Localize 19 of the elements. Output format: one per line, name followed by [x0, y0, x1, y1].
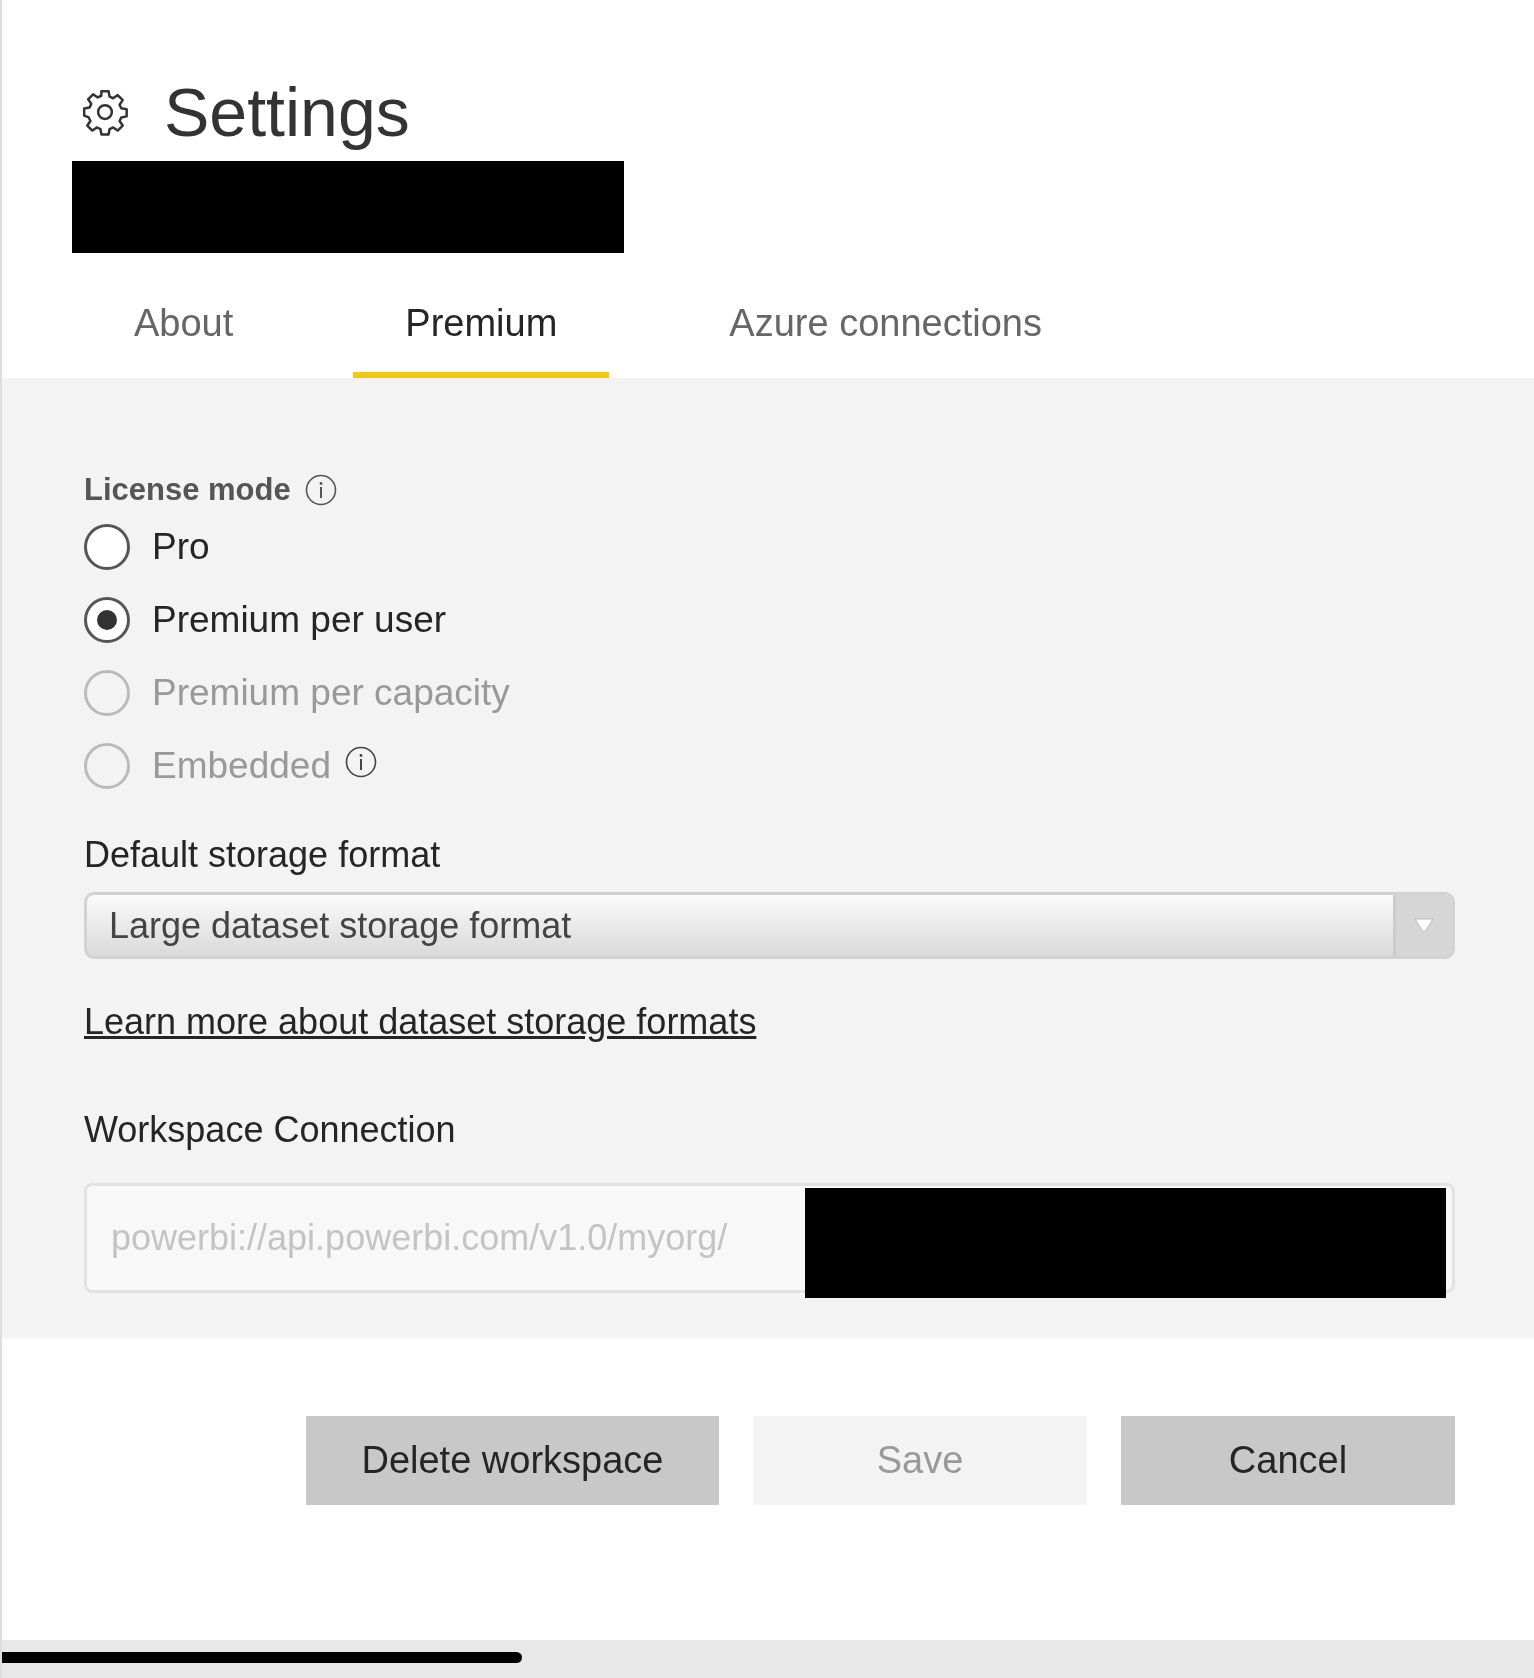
- settings-icon: [80, 87, 130, 137]
- radio-label: Pro: [152, 525, 210, 568]
- action-button[interactable]: Delete workspace: [306, 1416, 719, 1505]
- scrollbar-thumb[interactable]: [2, 1652, 522, 1663]
- field-label: Default storage format: [84, 833, 442, 877]
- radio-button[interactable]: [84, 596, 130, 643]
- dialog-title: Settings: [164, 73, 410, 152]
- radio-label: Premium per user: [152, 598, 447, 641]
- caret-icon: [1414, 917, 1434, 934]
- radio-label: Embedded: [152, 744, 331, 787]
- learn-more-link[interactable]: Learn more about dataset storage formats: [84, 1001, 757, 1043]
- field-label: Workspace Connection: [84, 1108, 457, 1152]
- radio-button[interactable]: [84, 523, 130, 570]
- storage-format-dropdown[interactable]: Large dataset storage format: [84, 892, 1455, 959]
- action-button[interactable]: Cancel: [1121, 1416, 1455, 1505]
- section-label: License mode: [84, 472, 291, 508]
- tab[interactable]: Azure connections: [677, 275, 1094, 378]
- tab[interactable]: About: [82, 275, 286, 378]
- radio-label: Premium per capacity: [152, 671, 510, 714]
